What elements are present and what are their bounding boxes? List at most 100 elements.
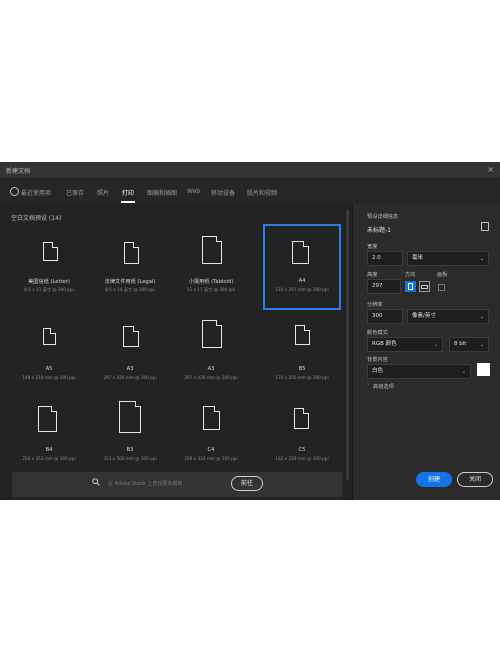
clock-icon	[10, 187, 19, 196]
preset-name: A4	[298, 278, 306, 284]
preset-name: B5	[298, 366, 306, 372]
search-input[interactable]: 在 Adobe Stock 上查找更多模板	[108, 480, 182, 487]
preset-size: 210 x 297 mm @ 300 ppi	[275, 287, 329, 292]
landscape-icon[interactable]	[419, 281, 430, 292]
preset-name: 美国信纸 (Letter)	[28, 279, 70, 285]
document-icon	[38, 405, 58, 432]
save-preset-icon[interactable]	[481, 222, 489, 231]
color-mode-label: 颜色模式	[367, 330, 388, 336]
preset-size: 176 x 250 mm @ 300 ppi	[275, 375, 329, 380]
orientation-label: 方向	[405, 272, 416, 278]
chevron-down-icon: ⌄	[479, 314, 484, 320]
artboard-checkbox[interactable]	[438, 284, 445, 291]
preset-size: 297 x 420 mm @ 300 ppi	[103, 375, 157, 380]
preset-card-legal[interactable]: 法律文件用纸 (Legal) 8.5 x 14 英寸 @ 300 ppi	[91, 224, 169, 310]
panel-heading: 预设详细信息	[367, 214, 399, 220]
window-title: 新建文档	[6, 168, 31, 175]
width-input[interactable]: 2.0	[367, 251, 403, 266]
tab-art-illustration[interactable]: 图稿和插图	[147, 188, 177, 197]
preset-name: C4	[207, 447, 215, 453]
bit-depth-value: 8 bit	[454, 341, 467, 347]
width-label: 宽度	[367, 244, 378, 250]
color-mode-select[interactable]: RGB 颜色 ⌄	[367, 337, 443, 352]
scrollbar[interactable]	[346, 210, 349, 480]
preset-name: A3	[126, 366, 134, 372]
go-button[interactable]: 前往	[231, 476, 263, 491]
preset-name: A3	[207, 366, 215, 372]
preset-card-c5[interactable]: C5 162 x 229 mm @ 300 ppi	[263, 394, 341, 480]
preset-name: B3	[126, 447, 134, 453]
preset-card-a4[interactable]: A4 210 x 297 mm @ 300 ppi	[263, 224, 341, 310]
advanced-options-toggle[interactable]: 高级选项	[373, 383, 394, 390]
create-button[interactable]: 创建	[416, 472, 452, 487]
resolution-input[interactable]: 300	[367, 309, 403, 324]
artboard-label: 画板	[437, 272, 448, 278]
background-value: 白色	[372, 368, 384, 374]
document-icon	[294, 407, 310, 429]
preset-size: 250 x 353 mm @ 300 ppi	[22, 456, 76, 461]
document-icon	[119, 400, 142, 433]
active-tab-indicator	[121, 201, 135, 203]
document-icon	[292, 240, 310, 264]
resolution-unit-value: 像素/英寸	[412, 313, 436, 319]
tab-web[interactable]: Web	[187, 188, 200, 195]
background-select[interactable]: 白色 ⌄	[367, 364, 471, 379]
preset-card-b4[interactable]: B4 250 x 353 mm @ 300 ppi	[10, 394, 88, 480]
document-icon	[123, 325, 140, 347]
preset-name: A5	[45, 366, 53, 372]
preset-size: 297 x 420 mm @ 300 ppi	[184, 375, 238, 380]
tab-saved[interactable]: 已保存	[66, 188, 84, 197]
document-icon	[43, 327, 57, 345]
preset-name: B4	[45, 447, 53, 453]
color-mode-value: RGB 颜色	[372, 341, 397, 347]
unit-value: 毫米	[412, 255, 424, 261]
tab-photo[interactable]: 照片	[97, 188, 109, 197]
height-input[interactable]: 297	[367, 279, 401, 294]
chevron-down-icon: ⌄	[479, 342, 484, 348]
preset-card-b3[interactable]: B3 353 x 500 mm @ 300 ppi	[91, 394, 169, 480]
preset-card-a5[interactable]: A5 148 x 210 mm @ 300 ppi	[10, 312, 88, 398]
close-icon[interactable]: ×	[487, 165, 494, 174]
tab-mobile[interactable]: 移动设备	[211, 188, 235, 197]
preset-area: 空白文档预设 (14) 美国信纸 (Letter) 8.5 x 11 英寸 @ …	[0, 204, 352, 500]
preset-size: 8.5 x 14 英寸 @ 300 ppi	[105, 287, 155, 292]
tab-film-video[interactable]: 胶片和视频	[247, 188, 277, 197]
preset-name: C5	[298, 447, 306, 453]
section-title: 空白文档预设 (14)	[11, 215, 62, 222]
document-icon	[203, 405, 221, 430]
new-document-dialog: 新建文档 × 最近使用项 已保存 照片 打印 图稿和插图 Web 移动设备 胶片…	[0, 162, 500, 500]
document-icon	[295, 324, 311, 345]
preset-size: 162 x 229 mm @ 300 ppi	[275, 456, 329, 461]
preset-size: 229 x 324 mm @ 300 ppi	[184, 456, 238, 461]
preset-details-panel: 预设详细信息 未标题-1 宽度 2.0 毫米 ⌄ 高度 方向 画板 297 分辨…	[352, 204, 500, 500]
document-name-field[interactable]: 未标题-1	[367, 225, 391, 234]
preset-name: 小报用纸 (Tabloid)	[188, 279, 234, 285]
preset-card-b5[interactable]: B5 176 x 250 mm @ 300 ppi	[263, 312, 341, 398]
preset-card-c4[interactable]: C4 229 x 324 mm @ 300 ppi	[172, 394, 250, 480]
resolution-unit-select[interactable]: 像素/英寸 ⌄	[407, 309, 489, 324]
document-icon	[124, 241, 140, 264]
tab-recent[interactable]: 最近使用项	[21, 188, 51, 197]
unit-select[interactable]: 毫米 ⌄	[407, 251, 489, 266]
title-bar: 新建文档 ×	[0, 162, 500, 179]
close-button[interactable]: 关闭	[457, 472, 493, 487]
height-label: 高度	[367, 272, 378, 278]
search-icon	[92, 478, 100, 486]
preset-size: 353 x 500 mm @ 300 ppi	[103, 456, 157, 461]
preset-card-letter[interactable]: 美国信纸 (Letter) 8.5 x 11 英寸 @ 300 ppi	[10, 224, 88, 310]
preset-size: 8.5 x 11 英寸 @ 300 ppi	[24, 287, 74, 292]
resolution-label: 分辨率	[367, 302, 383, 308]
stock-search-bar: 在 Adobe Stock 上查找更多模板 前往	[12, 472, 342, 497]
bit-depth-select[interactable]: 8 bit ⌄	[449, 337, 489, 352]
portrait-icon[interactable]	[405, 281, 416, 292]
preset-size: 148 x 210 mm @ 300 ppi	[22, 375, 76, 380]
preset-card-a4-2[interactable]: A3 297 x 420 mm @ 300 ppi	[91, 312, 169, 398]
preset-card-tabloid[interactable]: 小报用纸 (Tabloid) 11 x 17 英寸 @ 300 ppi	[172, 224, 250, 310]
chevron-down-icon: ⌄	[479, 256, 484, 262]
chevron-down-icon: ⌄	[433, 342, 438, 348]
preset-size: 11 x 17 英寸 @ 300 ppi	[186, 287, 236, 292]
preset-card-a3[interactable]: A3 297 x 420 mm @ 300 ppi	[172, 312, 250, 398]
tab-print[interactable]: 打印	[122, 188, 134, 197]
background-color-swatch[interactable]	[477, 363, 490, 376]
chevron-right-icon: ›	[367, 382, 370, 388]
